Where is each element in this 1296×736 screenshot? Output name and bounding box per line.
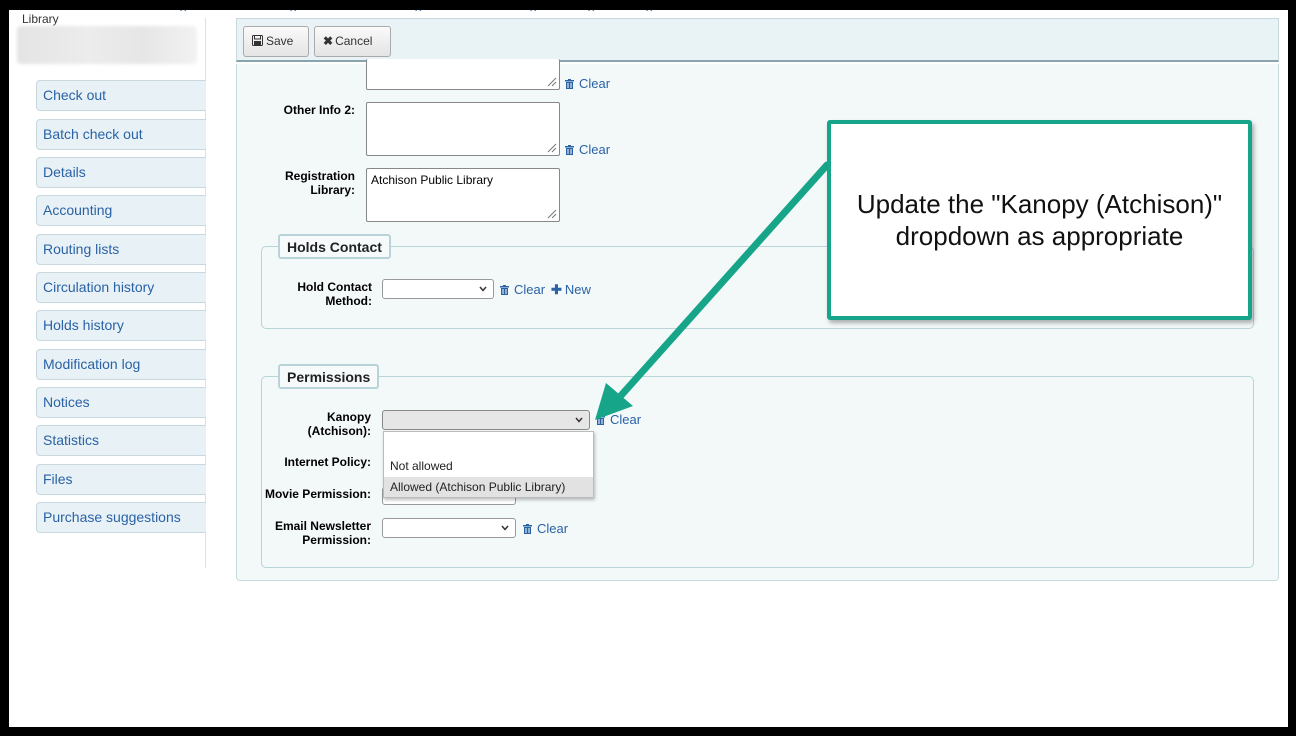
trash-icon — [565, 79, 574, 89]
floppy-disk-icon — [252, 35, 263, 46]
cancel-label: Cancel — [335, 34, 373, 48]
library-label: Library — [22, 12, 59, 26]
registration-library-textarea[interactable]: Atchison Public Library — [366, 168, 560, 222]
hold-contact-method-label: Hold Contact Method: — [297, 280, 372, 308]
chevron-down-icon — [479, 286, 487, 292]
sidebar-item-accounting[interactable]: Accounting — [36, 195, 206, 226]
sidebar-item-statistics[interactable]: Statistics — [36, 425, 206, 456]
screenshot-frame: ✕✕✕ ✕✕✕ Library Check out Batch check ou… — [9, 10, 1288, 727]
other-info-2-textarea[interactable] — [366, 102, 560, 156]
sidebar-item-batch-check-out[interactable]: Batch check out — [36, 119, 206, 150]
kanopy-label: Kanopy (Atchison): — [307, 410, 371, 438]
trash-icon — [523, 524, 532, 534]
clear-hold-contact-link[interactable]: Clear — [500, 282, 545, 297]
chevron-down-icon — [575, 417, 583, 423]
annotation-callout: Update the "Kanopy (Atchison)" dropdown … — [827, 120, 1252, 320]
sidebar-item-circulation-history[interactable]: Circulation history — [36, 272, 206, 303]
email-newsletter-label: Email Newsletter Permission: — [274, 519, 371, 547]
other-info-2-label: Other Info 2: — [283, 103, 355, 117]
trash-icon — [596, 415, 605, 425]
trash-icon — [565, 145, 574, 155]
new-hold-contact-link[interactable]: ✚ New — [551, 282, 591, 298]
save-label: Save — [266, 34, 294, 48]
clear-label: Clear — [514, 282, 546, 297]
resize-grip-icon — [547, 143, 557, 153]
movie-permission-label: Movie Permission: — [264, 487, 371, 501]
sidebar-item-details[interactable]: Details — [36, 157, 206, 188]
kanopy-option-allowed[interactable]: Allowed (Atchison Public Library) — [384, 477, 593, 497]
sidebar-item-holds-history[interactable]: Holds history — [36, 310, 206, 341]
internet-policy-label: Internet Policy: — [284, 455, 371, 469]
clear-label: Clear — [579, 142, 611, 157]
chevron-down-icon — [501, 525, 509, 531]
sidebar-item-notices[interactable]: Notices — [36, 387, 206, 418]
new-label: New — [564, 282, 591, 297]
trash-icon — [500, 285, 509, 295]
registration-library-label: Registration Library: — [284, 169, 355, 197]
sidebar-item-routing-lists[interactable]: Routing lists — [36, 234, 206, 265]
clear-label: Clear — [579, 76, 611, 91]
kanopy-option-not-allowed[interactable]: Not allowed — [384, 456, 593, 476]
clear-label: Clear — [537, 521, 569, 536]
close-icon: ✖ — [323, 34, 334, 48]
form-toolbar: Save ✖ Cancel — [236, 18, 1279, 62]
kanopy-dropdown-list: Not allowed Allowed (Atchison Public Lib… — [383, 431, 594, 498]
registration-library-value: Atchison Public Library — [371, 173, 494, 187]
sidebar-item-purchase-suggestions[interactable]: Purchase suggestions — [36, 502, 206, 533]
resize-grip-icon — [547, 209, 557, 219]
patron-info-blurred — [17, 26, 197, 64]
resize-grip-icon — [547, 77, 557, 87]
clear-other-info-1-link[interactable]: Clear — [565, 76, 610, 91]
clear-other-info-2-link[interactable]: Clear — [565, 142, 610, 157]
plus-icon: ✚ — [551, 282, 562, 297]
kanopy-select[interactable] — [382, 410, 590, 430]
email-newsletter-select[interactable] — [382, 518, 516, 538]
kanopy-option-blank[interactable] — [384, 435, 593, 455]
sidebar-item-check-out[interactable]: Check out — [36, 80, 206, 111]
sidebar-item-files[interactable]: Files — [36, 464, 206, 495]
cancel-button[interactable]: ✖ Cancel — [314, 26, 391, 57]
save-button[interactable]: Save — [243, 26, 309, 57]
clear-kanopy-link[interactable]: Clear — [596, 412, 641, 427]
clear-label: Clear — [610, 412, 642, 427]
hold-contact-method-select[interactable] — [382, 279, 494, 299]
clear-email-newsletter-link[interactable]: Clear — [523, 521, 568, 536]
permissions-legend: Permissions — [278, 364, 380, 389]
sidebar-item-modification-log[interactable]: Modification log — [36, 349, 206, 380]
holds-contact-legend: Holds Contact — [278, 234, 391, 259]
bookmarks-strip: ✕✕✕ ✕✕✕ — [9, 10, 1288, 14]
other-info-1-textarea[interactable] — [366, 59, 560, 90]
